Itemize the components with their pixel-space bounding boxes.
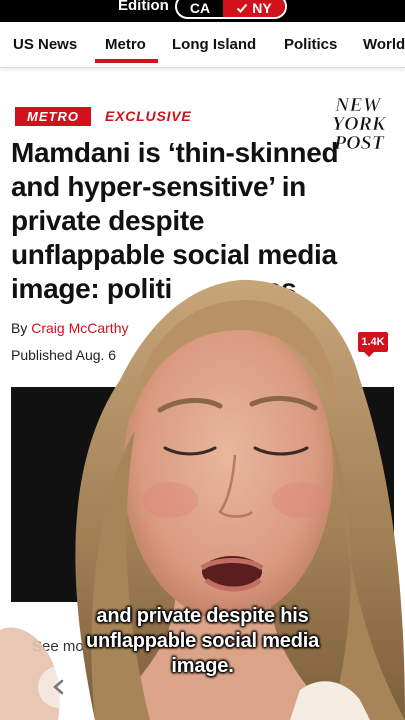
article-headline[interactable]: Mamdani is ‘thin-skinned and hyper-sensi…	[11, 136, 391, 306]
edition-option-ca-label: CA	[189, 0, 211, 16]
edition-bar: Edition CA NY	[0, 0, 405, 22]
exclusive-tag: EXCLUSIVE	[105, 108, 192, 124]
nav-item-world[interactable]: World	[363, 36, 405, 53]
headline-line-4: unflappable social media	[11, 239, 337, 270]
headline-line-3: private despite	[11, 205, 205, 236]
caption-line-2: unflappable social media	[85, 630, 320, 652]
edition-option-ny[interactable]: NY	[223, 0, 285, 17]
nav-item-us-news[interactable]: US News	[13, 36, 77, 53]
section-nav: US News Metro Long Island Politics World	[0, 22, 405, 68]
headline-line-2: and hyper-sensitive’ in	[11, 171, 306, 202]
chevron-left-icon	[53, 679, 64, 695]
byline-prefix: By	[11, 320, 28, 336]
headline-line-5: image: politi rces	[11, 272, 391, 306]
nav-item-politics[interactable]: Politics	[284, 36, 337, 53]
section-tag[interactable]: METRO	[15, 107, 91, 126]
caption-line-1: and private despite his	[96, 605, 309, 627]
headline-line-5b: rces	[240, 273, 297, 304]
article-image[interactable]	[11, 387, 394, 602]
caption-line-3: image.	[171, 655, 234, 677]
comment-count-badge[interactable]: 1.4K	[358, 332, 388, 357]
byline: By Craig McCarthy	[11, 320, 128, 336]
edition-label: Edition	[118, 0, 169, 14]
edition-option-ny-label: NY	[252, 0, 272, 16]
check-icon	[237, 3, 248, 13]
edition-toggle[interactable]: CA NY	[175, 0, 287, 19]
headline-line-1: Mamdani is ‘thin-skinned	[11, 137, 339, 168]
published-date: Published Aug. 6	[11, 347, 117, 363]
edition-option-ca[interactable]: CA	[177, 0, 223, 17]
headline-line-5a: image: politi	[11, 273, 172, 304]
video-caption: and private despite his unflappable soci…	[0, 604, 405, 679]
author-link[interactable]: Craig McCarthy	[31, 320, 128, 336]
nav-item-long-island[interactable]: Long Island	[172, 36, 256, 53]
nav-item-metro[interactable]: Metro	[95, 36, 158, 63]
